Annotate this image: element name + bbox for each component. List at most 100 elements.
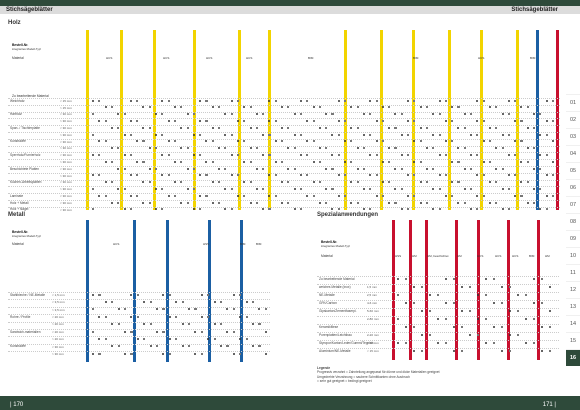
limited-suitability-mark bbox=[104, 337, 107, 341]
limited-suitability-mark bbox=[110, 181, 114, 184]
limited-suitability-mark bbox=[274, 174, 277, 177]
suitability-dot bbox=[199, 99, 202, 102]
chapter-tab[interactable]: 07 bbox=[566, 196, 580, 213]
limited-suitability-mark bbox=[245, 315, 248, 318]
limited-suitability-mark bbox=[98, 352, 101, 355]
suitability-dot bbox=[541, 349, 543, 352]
limited-suitability-mark bbox=[514, 153, 517, 157]
row-sub-label: < 20 mm bbox=[52, 329, 64, 334]
limited-suitability-mark bbox=[421, 349, 424, 352]
row-sub-label: < 15 mm bbox=[367, 348, 379, 353]
chapter-tab[interactable]: 15 bbox=[566, 332, 580, 349]
suitability-dot bbox=[507, 99, 510, 102]
limited-suitability-mark bbox=[520, 140, 523, 143]
section-metall: Metall bbox=[8, 212, 26, 218]
chapter-tab[interactable]: 11 bbox=[566, 264, 580, 281]
suitability-dot bbox=[312, 160, 315, 163]
suitability-dot bbox=[525, 317, 527, 320]
suitability-dot bbox=[180, 126, 183, 129]
chapter-tab[interactable]: 12 bbox=[566, 281, 580, 298]
limited-suitability-mark bbox=[425, 126, 429, 129]
limited-suitability-mark bbox=[136, 119, 139, 123]
limited-suitability-mark bbox=[413, 325, 416, 328]
limited-suitability-mark bbox=[525, 293, 528, 296]
suitability-dot bbox=[463, 187, 466, 190]
chapter-tab[interactable]: 10 bbox=[566, 247, 580, 264]
limited-suitability-mark bbox=[501, 167, 504, 170]
suitability-dot bbox=[186, 187, 189, 190]
limited-suitability-mark bbox=[400, 167, 403, 170]
material-label: HM, beschichtet bbox=[427, 254, 449, 258]
limited-suitability-mark bbox=[142, 140, 145, 143]
suitability-dot bbox=[155, 133, 157, 136]
limited-suitability-mark bbox=[405, 341, 408, 344]
column-color-band bbox=[507, 220, 510, 360]
limited-suitability-mark bbox=[526, 160, 529, 163]
limited-suitability-mark bbox=[520, 119, 523, 123]
limited-suitability-mark bbox=[218, 126, 221, 129]
suitability-dot bbox=[318, 147, 321, 150]
limited-suitability-mark bbox=[136, 315, 139, 318]
limited-suitability-mark bbox=[507, 133, 510, 136]
holz-typ-label: integriertes Modell-Typ! bbox=[12, 47, 42, 51]
limited-suitability-mark bbox=[299, 187, 303, 191]
suitability-dot bbox=[507, 153, 510, 156]
limited-suitability-mark bbox=[117, 126, 120, 129]
limited-suitability-mark bbox=[331, 113, 334, 116]
chapter-tab[interactable]: 04 bbox=[566, 145, 580, 162]
limited-suitability-mark bbox=[413, 119, 416, 123]
limited-suitability-mark bbox=[218, 106, 221, 109]
limited-suitability-mark bbox=[461, 349, 464, 352]
table-row bbox=[8, 145, 560, 151]
chapter-tab[interactable]: 06 bbox=[566, 179, 580, 196]
limited-suitability-mark bbox=[117, 345, 120, 348]
limited-suitability-mark bbox=[149, 323, 152, 326]
chapter-tab[interactable]: 05 bbox=[566, 162, 580, 179]
limited-suitability-mark bbox=[429, 333, 432, 336]
row-sub-label: > 20 mm bbox=[52, 337, 64, 342]
table-row bbox=[317, 332, 559, 337]
suitability-dot bbox=[211, 126, 214, 129]
limited-suitability-mark bbox=[230, 133, 233, 136]
chapter-tab[interactable]: 16 bbox=[566, 349, 580, 366]
chapter-tab[interactable]: 03 bbox=[566, 128, 580, 145]
suitability-dot bbox=[461, 309, 463, 312]
limited-suitability-mark bbox=[287, 201, 290, 204]
suitability-dot bbox=[148, 167, 151, 170]
table-row bbox=[8, 179, 560, 185]
chapter-tab[interactable]: 02 bbox=[566, 111, 580, 128]
limited-suitability-mark bbox=[161, 187, 164, 191]
chapter-tabs: 01 02 03 04 05 06 07 08 09 10 11 12 13 14 15 16 bbox=[566, 94, 580, 366]
limited-suitability-mark bbox=[306, 174, 309, 177]
limited-suitability-mark bbox=[129, 133, 132, 136]
chapter-tab[interactable]: 13 bbox=[566, 298, 580, 315]
limited-suitability-mark bbox=[92, 308, 95, 311]
limited-suitability-mark bbox=[167, 174, 170, 177]
spezial-table: Bestell-Nr. integriertes Modell-Typ! Mat… bbox=[317, 220, 567, 360]
suitability-dot bbox=[533, 167, 535, 170]
limited-suitability-mark bbox=[463, 147, 466, 150]
suitability-dot bbox=[397, 277, 399, 280]
suitability-dot bbox=[514, 194, 517, 197]
chapter-tab[interactable]: 01 bbox=[566, 94, 580, 111]
limited-suitability-mark bbox=[142, 160, 145, 163]
limited-suitability-mark bbox=[369, 133, 372, 136]
suitability-dot bbox=[148, 147, 151, 150]
chapter-tab[interactable]: 14 bbox=[566, 315, 580, 332]
limited-suitability-mark bbox=[413, 301, 416, 304]
limited-suitability-mark bbox=[262, 113, 265, 116]
suitability-dot bbox=[526, 126, 529, 129]
limited-suitability-mark bbox=[318, 181, 321, 184]
left-page-title: Stichsägeblätter bbox=[6, 7, 53, 13]
table-row bbox=[8, 321, 270, 327]
limited-suitability-mark bbox=[429, 309, 432, 312]
suitability-dot bbox=[293, 187, 296, 190]
limited-suitability-mark bbox=[123, 187, 126, 191]
chapter-tab[interactable]: 09 bbox=[566, 230, 580, 247]
metall-typ-label: integriertes Modell-Typ! bbox=[12, 234, 42, 238]
suitability-dot bbox=[180, 201, 183, 204]
limited-suitability-mark bbox=[482, 194, 485, 197]
suitability-dot bbox=[92, 293, 94, 296]
chapter-tab[interactable]: 08 bbox=[566, 213, 580, 230]
limited-suitability-mark bbox=[200, 330, 203, 333]
